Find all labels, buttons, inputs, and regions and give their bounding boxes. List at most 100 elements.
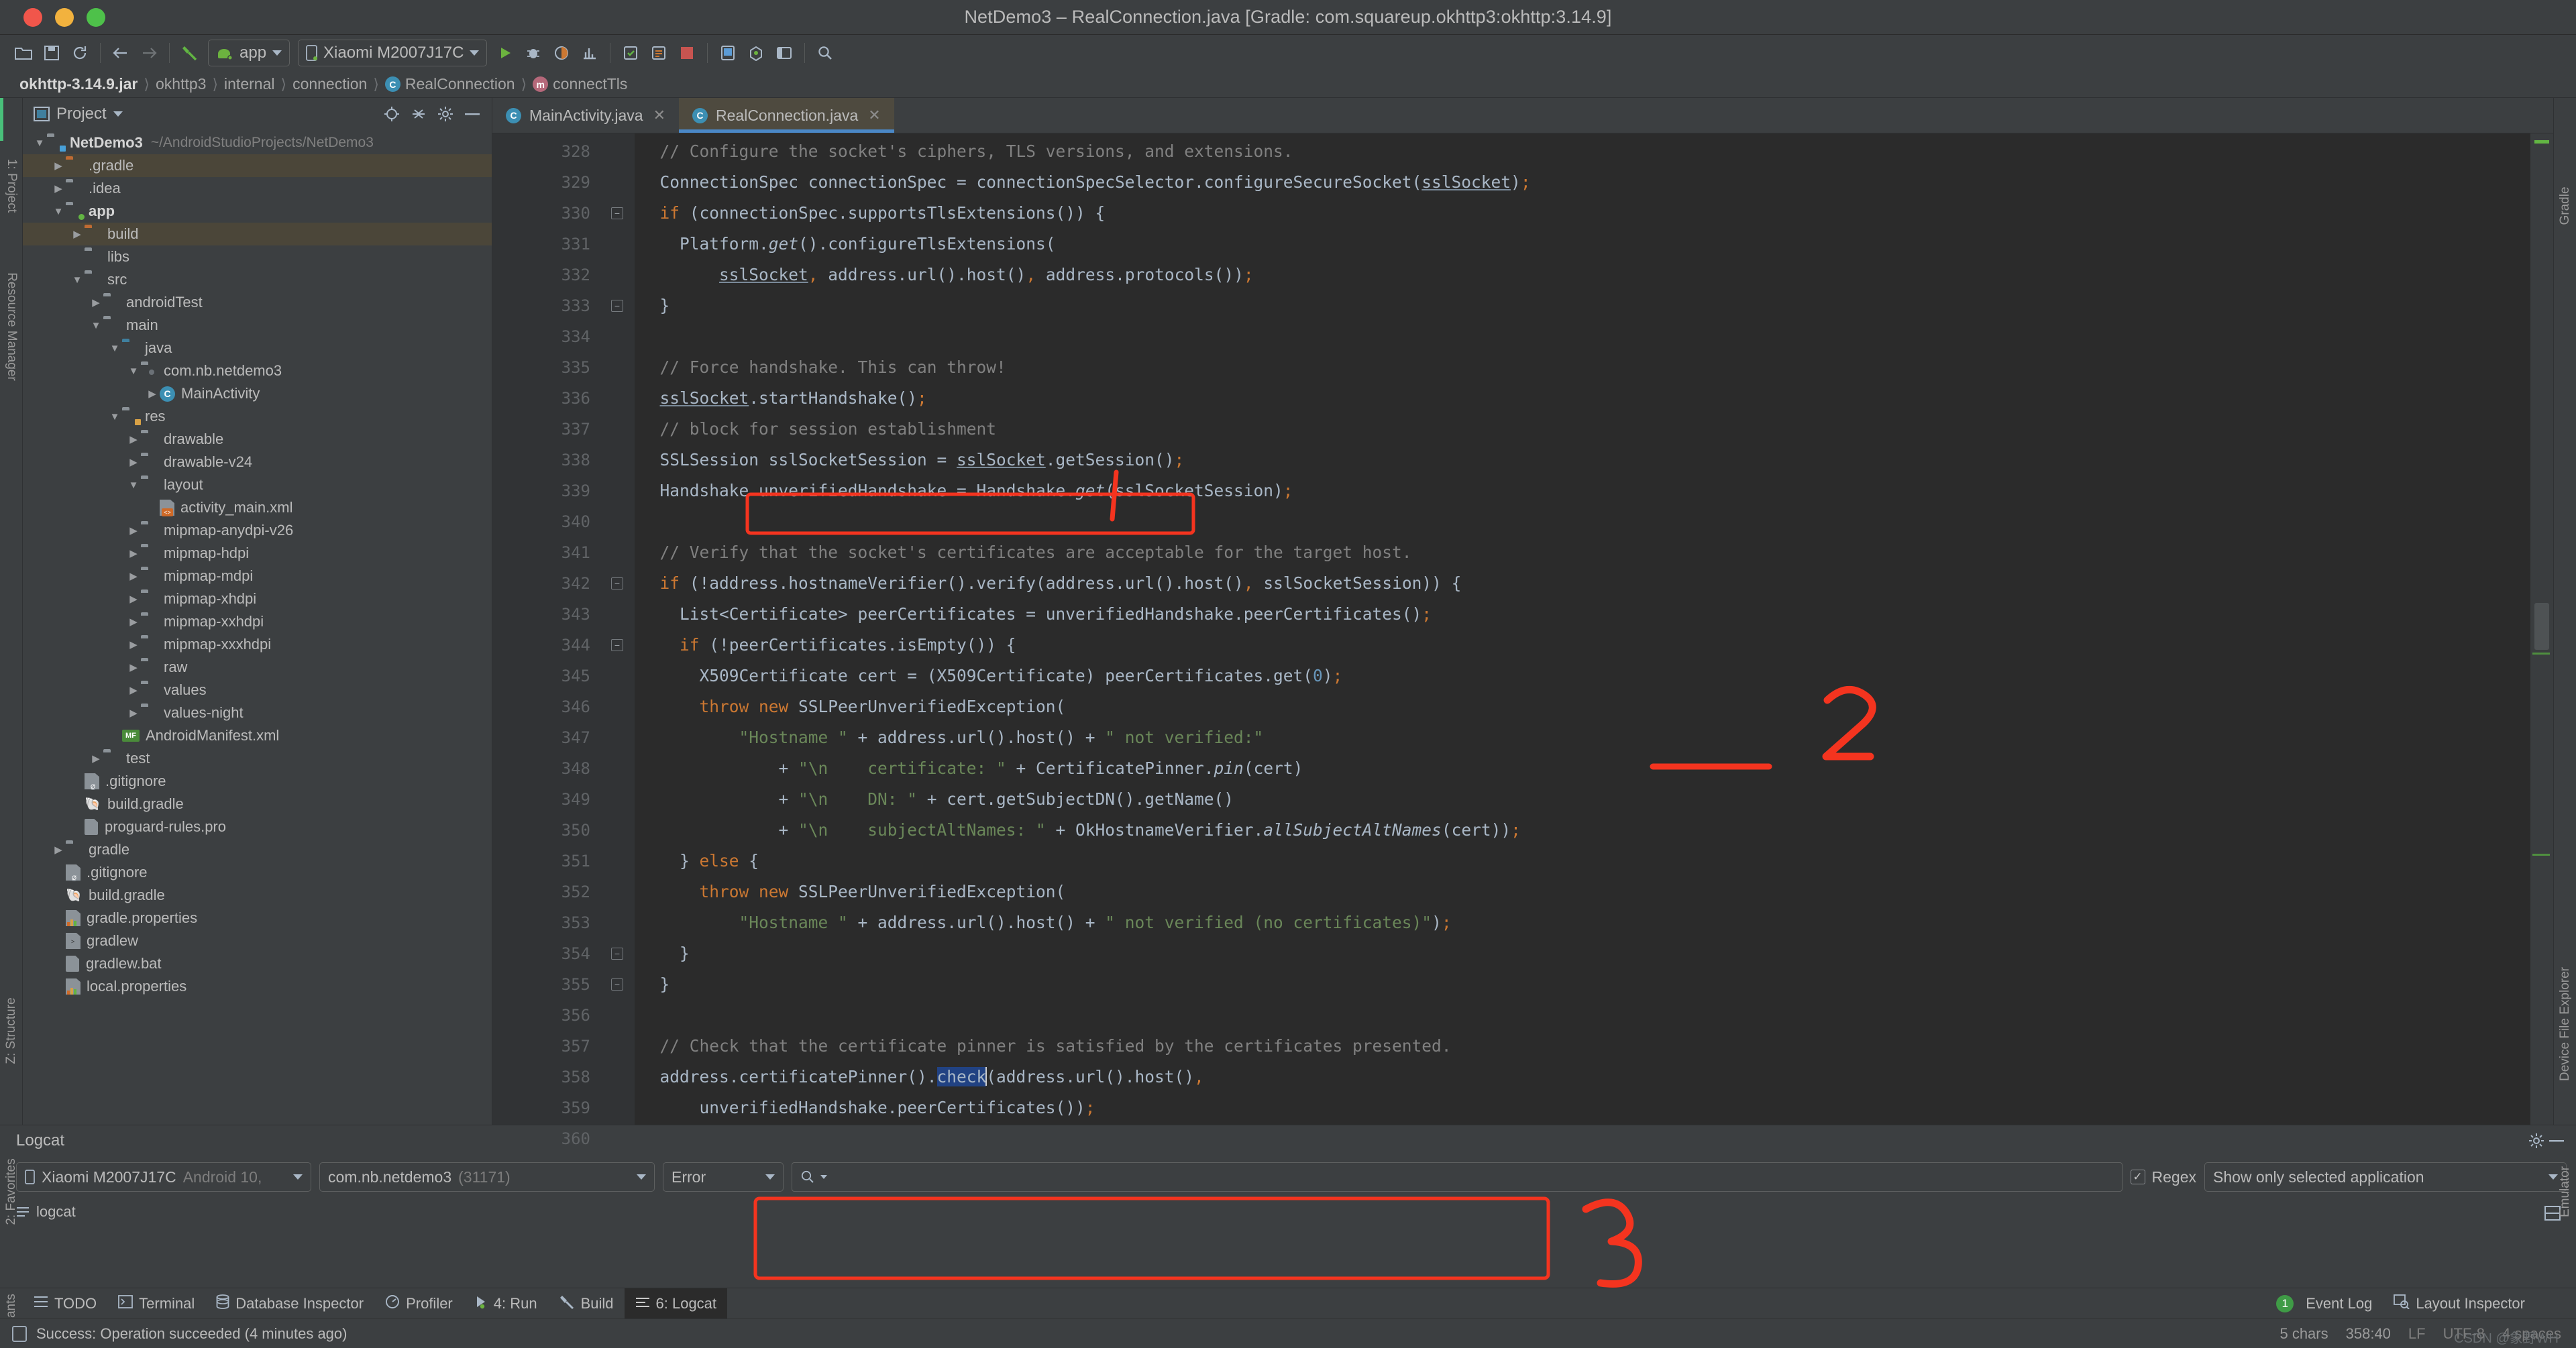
line-number[interactable]: 331: [492, 229, 600, 260]
code-folding-gutter[interactable]: − − − − − −: [600, 133, 635, 1125]
tree-item[interactable]: ▶ androidTest: [23, 291, 492, 314]
tree-item[interactable]: > gradlew: [23, 930, 492, 952]
line-number[interactable]: 341: [492, 537, 600, 568]
close-window-button[interactable]: [23, 7, 42, 27]
line-number[interactable]: 332: [492, 260, 600, 290]
chevron-right-icon[interactable]: ▶: [126, 683, 141, 697]
code-line[interactable]: // block for session establishment: [635, 414, 2530, 445]
locate-icon[interactable]: [382, 104, 402, 124]
minimize-window-button[interactable]: [55, 7, 74, 27]
settings-gear-icon[interactable]: [435, 104, 455, 124]
code-line[interactable]: throw new SSLPeerUnverifiedException(: [635, 877, 2530, 907]
logcat-level-selector[interactable]: Error: [663, 1162, 784, 1192]
line-number[interactable]: 359: [492, 1092, 600, 1123]
project-structure-icon[interactable]: [770, 39, 798, 67]
code-line[interactable]: [635, 1123, 2530, 1125]
fold-toggle-icon[interactable]: −: [600, 290, 635, 321]
tree-item[interactable]: ▶ .gradle: [23, 154, 492, 177]
chevron-right-icon[interactable]: ▶: [70, 227, 85, 241]
line-number[interactable]: 328: [492, 136, 600, 167]
code-line[interactable]: throw new SSLPeerUnverifiedException(: [635, 691, 2530, 722]
tree-item[interactable]: local.properties: [23, 975, 492, 998]
line-number[interactable]: 357: [492, 1031, 600, 1062]
breadcrumb-item-internal[interactable]: internal: [219, 75, 279, 93]
breadcrumb[interactable]: okhttp-3.14.9.jar ⟩ okhttp3 ⟩ internal ⟩…: [0, 71, 2576, 98]
tree-item[interactable]: 🐚 build.gradle: [23, 793, 492, 816]
chevron-right-icon[interactable]: ▶: [126, 546, 141, 561]
tool-window-button-4-run[interactable]: 4: Run: [464, 1288, 548, 1319]
line-number[interactable]: 350: [492, 815, 600, 846]
code-line[interactable]: List<Certificate> peerCertificates = unv…: [635, 599, 2530, 630]
code-line[interactable]: // Force handshake. This can throw!: [635, 352, 2530, 383]
sidebar-item-emulator[interactable]: Emulator: [2558, 1166, 2573, 1217]
sidebar-item-favorites[interactable]: 2: Favorites: [4, 1158, 19, 1225]
source-code-view[interactable]: // Configure the socket's ciphers, TLS v…: [635, 133, 2530, 1125]
logcat-search-input[interactable]: [792, 1162, 2123, 1192]
line-number[interactable]: 336: [492, 383, 600, 414]
line-number[interactable]: 329: [492, 167, 600, 198]
sidebar-item-device-file-explorer[interactable]: Device File Explorer: [2558, 967, 2573, 1081]
tree-item[interactable]: ▶ mipmap-hdpi: [23, 542, 492, 565]
code-line[interactable]: [635, 1000, 2530, 1031]
fold-toggle-icon[interactable]: −: [600, 938, 635, 969]
run-icon[interactable]: [491, 39, 519, 67]
editor-marker-bar[interactable]: [2530, 133, 2553, 1125]
code-line[interactable]: // Configure the socket's ciphers, TLS v…: [635, 136, 2530, 167]
code-line[interactable]: address.certificatePinner().check(addres…: [635, 1062, 2530, 1092]
breadcrumb-item-connection[interactable]: connection: [288, 75, 372, 93]
sidebar-item-structure[interactable]: Z: Structure: [4, 997, 19, 1064]
breadcrumb-item-jar[interactable]: okhttp-3.14.9.jar: [15, 75, 142, 93]
tree-item[interactable]: ▶ build: [23, 223, 492, 245]
debug-icon[interactable]: [519, 39, 547, 67]
code-line[interactable]: if (!address.hostnameVerifier().verify(a…: [635, 568, 2530, 599]
sidebar-item-project[interactable]: 1: Project: [4, 159, 19, 213]
code-line[interactable]: if (connectionSpec.supportsTlsExtensions…: [635, 198, 2530, 229]
tool-window-button-6-logcat[interactable]: 6: Logcat: [624, 1288, 728, 1319]
line-number[interactable]: 355: [492, 969, 600, 1000]
sidebar-item-gradle[interactable]: Gradle: [2558, 186, 2573, 225]
tool-window-button-terminal[interactable]: Terminal: [107, 1288, 205, 1319]
tree-item[interactable]: ▶ values-night: [23, 701, 492, 724]
line-number[interactable]: 330: [492, 198, 600, 229]
chevron-right-icon[interactable]: ▶: [126, 637, 141, 652]
chevron-right-icon[interactable]: ▶: [51, 181, 66, 196]
breadcrumb-item-connecttls[interactable]: m connectTls: [528, 75, 632, 93]
breadcrumb-item-realconnection[interactable]: C RealConnection: [380, 75, 520, 93]
code-line[interactable]: unverifiedHandshake.peerCertificates());: [635, 1092, 2530, 1123]
tree-item[interactable]: ▶ .idea: [23, 177, 492, 200]
tree-item[interactable]: ▼ res: [23, 405, 492, 428]
tree-item[interactable]: gradlew.bat: [23, 952, 492, 975]
line-number[interactable]: 353: [492, 907, 600, 938]
chevron-down-icon[interactable]: ▼: [51, 204, 66, 219]
sidebar-item-resource-manager[interactable]: Resource Manager: [4, 272, 19, 381]
settings-gear-icon[interactable]: [2526, 1131, 2546, 1151]
line-number[interactable]: 346: [492, 691, 600, 722]
logcat-output[interactable]: logcat: [0, 1198, 2576, 1288]
chevron-down-icon[interactable]: ▼: [70, 272, 85, 287]
chevron-right-icon[interactable]: ▶: [126, 455, 141, 469]
fold-toggle-icon[interactable]: −: [600, 630, 635, 661]
collapse-all-icon[interactable]: [409, 104, 429, 124]
tree-item[interactable]: ▶ drawable-v24: [23, 451, 492, 473]
chevron-right-icon[interactable]: ▶: [126, 523, 141, 538]
chevron-right-icon[interactable]: ▶: [145, 386, 160, 401]
chevron-down-icon[interactable]: ▼: [89, 318, 103, 333]
chevron-right-icon[interactable]: ▶: [126, 614, 141, 629]
chevron-right-icon[interactable]: ▶: [89, 751, 103, 766]
chevron-right-icon[interactable]: ▶: [51, 158, 66, 173]
code-line[interactable]: + "\n certificate: " + CertificatePinner…: [635, 753, 2530, 784]
hide-icon[interactable]: [462, 104, 482, 124]
run-configuration-selector[interactable]: app: [208, 40, 290, 66]
open-folder-icon[interactable]: [9, 39, 38, 67]
profile-icon[interactable]: [576, 39, 604, 67]
avd-manager-icon[interactable]: [714, 39, 742, 67]
sdk-manager-icon[interactable]: [742, 39, 770, 67]
code-line[interactable]: [635, 321, 2530, 352]
line-number[interactable]: 333: [492, 290, 600, 321]
line-number[interactable]: 349: [492, 784, 600, 815]
chevron-down-icon[interactable]: ▼: [107, 341, 122, 355]
tree-item[interactable]: ▼ java: [23, 337, 492, 359]
code-line[interactable]: sslSocket, address.url().host(), address…: [635, 260, 2530, 290]
line-number[interactable]: 360: [492, 1123, 600, 1154]
code-line[interactable]: } else {: [635, 846, 2530, 877]
